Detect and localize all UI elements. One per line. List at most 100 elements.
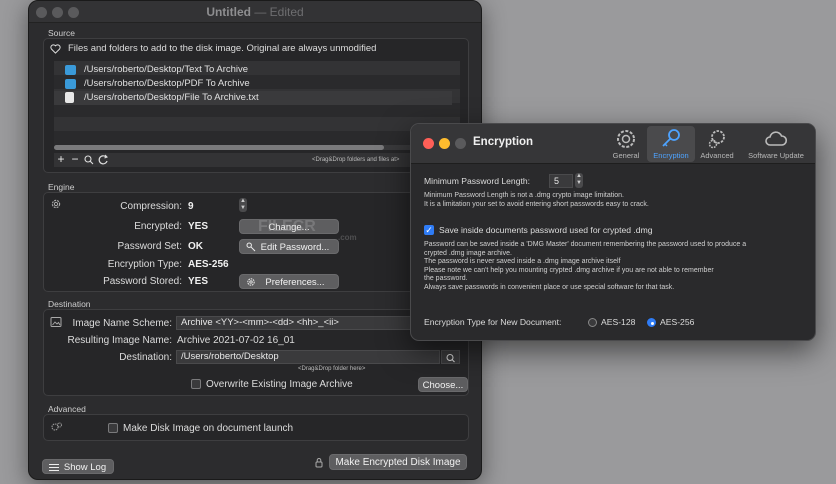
- search-icon: [446, 354, 455, 363]
- image-icon: [50, 317, 62, 327]
- save-note: Please note we can't help you mounting c…: [424, 266, 714, 274]
- key-icon: [662, 129, 680, 147]
- destination-drop-hint: <Drag&Drop folder here>: [298, 366, 366, 372]
- preferences-label: Preferences...: [265, 277, 325, 288]
- overwrite-label: Overwrite Existing Image Archive: [206, 379, 353, 390]
- resulting-image-name-label: Resulting Image Name:: [67, 335, 173, 346]
- horizontal-scrollbar[interactable]: [54, 145, 460, 150]
- list-icon: [49, 464, 59, 471]
- preferences-button[interactable]: Preferences...: [239, 274, 339, 289]
- file-list-item[interactable]: /Users/roberto/Desktop/PDF To Archive: [54, 77, 452, 91]
- advanced-box: Make Disk Image on document launch: [43, 414, 469, 441]
- make-on-launch-checkbox[interactable]: [108, 423, 118, 433]
- image-name-scheme-label: Image Name Scheme:: [72, 318, 173, 329]
- aes-128-radio[interactable]: [588, 318, 597, 327]
- engine-section-label: Engine: [48, 182, 75, 192]
- choose-button[interactable]: Choose...: [418, 377, 468, 392]
- tab-encryption-label: Encryption: [653, 151, 689, 160]
- advanced-section-label: Advanced: [48, 404, 86, 414]
- min-password-note-1: Minimum Password Length is not a .dmg cr…: [424, 192, 624, 199]
- gear-icon: [247, 278, 255, 286]
- show-log-button[interactable]: Show Log: [42, 459, 114, 474]
- source-box: Files and folders to add to the disk ima…: [43, 38, 469, 173]
- destination-field[interactable]: /Users/roberto/Desktop: [176, 350, 440, 364]
- save-note: the password.: [424, 275, 468, 283]
- resulting-image-name-value: Archive 2021-07-02 16_01: [177, 335, 295, 346]
- compression-label: Compression:: [120, 201, 182, 212]
- password-stored-value: YES: [188, 276, 209, 287]
- heart-icon: [50, 44, 61, 54]
- tab-software-update[interactable]: Software Update: [741, 126, 811, 162]
- make-encrypted-disk-image-button[interactable]: Make Encrypted Disk Image: [329, 454, 467, 470]
- document-icon: [65, 92, 74, 103]
- key-icon: [246, 242, 256, 252]
- file-path: /Users/roberto/Desktop/Text To Archive: [84, 64, 249, 75]
- aes-256-label: AES-256: [660, 317, 695, 327]
- edit-password-button[interactable]: Edit Password...: [239, 239, 339, 254]
- destination-box: Image Name Scheme: Archive <YY>-<mm>-<dd…: [43, 309, 469, 396]
- min-password-length-stepper[interactable]: ▲ ▼: [575, 173, 583, 188]
- file-list-item[interactable]: /Users/roberto/Desktop/File To Archive.t…: [54, 91, 452, 105]
- overwrite-checkbox[interactable]: [191, 379, 201, 389]
- encryption-type-label: Encryption Type:: [107, 259, 182, 270]
- destination-section-label: Destination: [48, 299, 91, 309]
- password-set-label: Password Set:: [117, 241, 182, 252]
- lock-icon: [315, 458, 323, 468]
- tab-encryption[interactable]: Encryption: [647, 126, 695, 162]
- browse-destination-button[interactable]: [441, 350, 460, 364]
- preferences-window: Encryption General Encryption Advanced S…: [410, 123, 816, 341]
- watermark-domain: .com: [338, 233, 357, 242]
- refresh-icon[interactable]: [96, 153, 110, 167]
- save-password-label: Save inside documents password used for …: [439, 225, 653, 235]
- tab-advanced[interactable]: Advanced: [697, 126, 737, 162]
- zoom-button[interactable]: [455, 138, 466, 149]
- aes-128-label: AES-128: [601, 317, 636, 327]
- tab-general[interactable]: General: [609, 126, 643, 162]
- password-set-value: OK: [188, 241, 203, 252]
- file-path: /Users/roberto/Desktop/File To Archive.t…: [84, 92, 259, 103]
- add-button[interactable]: +: [54, 153, 68, 167]
- min-password-note-2: It is a limitation your set to avoid ent…: [424, 201, 649, 208]
- password-stored-label: Password Stored:: [103, 276, 182, 287]
- close-button[interactable]: [423, 138, 434, 149]
- min-password-length-label: Minimum Password Length:: [424, 176, 531, 186]
- compression-value: 9: [188, 201, 194, 212]
- preferences-toolbar: Encryption General Encryption Advanced S…: [411, 124, 815, 164]
- show-log-label: Show Log: [63, 462, 107, 473]
- compression-stepper[interactable]: ▲ ▼: [239, 198, 247, 212]
- save-note: The password is never saved inside a .dm…: [424, 258, 621, 266]
- preferences-title: Encryption: [473, 136, 534, 148]
- min-password-length-field[interactable]: 5: [549, 174, 573, 188]
- edit-password-label: Edit Password...: [260, 242, 330, 253]
- document-name: Untitled: [206, 5, 251, 19]
- main-titlebar: Untitled — Edited: [29, 1, 481, 23]
- file-list-item[interactable]: /Users/roberto/Desktop/Text To Archive: [54, 63, 452, 77]
- drop-hint: <Drag&Drop folders and files at>: [312, 157, 400, 163]
- remove-button[interactable]: −: [68, 153, 82, 167]
- encryption-type-label: Encryption Type for New Document:: [424, 317, 562, 327]
- window-title: Untitled — Edited: [29, 5, 481, 19]
- tab-general-label: General: [612, 151, 640, 160]
- make-on-launch-label: Make Disk Image on document launch: [123, 423, 294, 434]
- gear-icon: [51, 199, 61, 209]
- source-section-label: Source: [48, 28, 75, 38]
- minimize-button[interactable]: [439, 138, 450, 149]
- engine-box: Compression: 9 ▲ ▼ Encrypted: YES Change.…: [43, 192, 469, 292]
- save-password-checkbox[interactable]: ✓: [424, 225, 434, 235]
- encryption-type-value: AES-256: [188, 259, 229, 270]
- destination-label: Destination:: [119, 352, 172, 363]
- tab-software-update-label: Software Update: [748, 151, 804, 160]
- save-note: Password can be saved inside a 'DMG Mast…: [424, 241, 747, 248]
- gears-icon: [708, 130, 725, 149]
- search-icon[interactable]: [82, 153, 96, 167]
- watermark-logo: FILECR: [258, 218, 316, 235]
- folder-icon: [65, 79, 76, 89]
- aes-256-radio[interactable]: [647, 318, 656, 327]
- encrypted-label: Encrypted:: [134, 221, 182, 232]
- file-path: /Users/roberto/Desktop/PDF To Archive: [84, 78, 250, 89]
- source-toolbar: + − <Drag&Drop folders and files at>: [54, 153, 460, 167]
- save-note: crypted .dmg image archive.: [424, 249, 512, 257]
- gear-icon: [617, 130, 635, 148]
- source-description: Files and folders to add to the disk ima…: [68, 43, 377, 54]
- tab-advanced-label: Advanced: [700, 151, 734, 160]
